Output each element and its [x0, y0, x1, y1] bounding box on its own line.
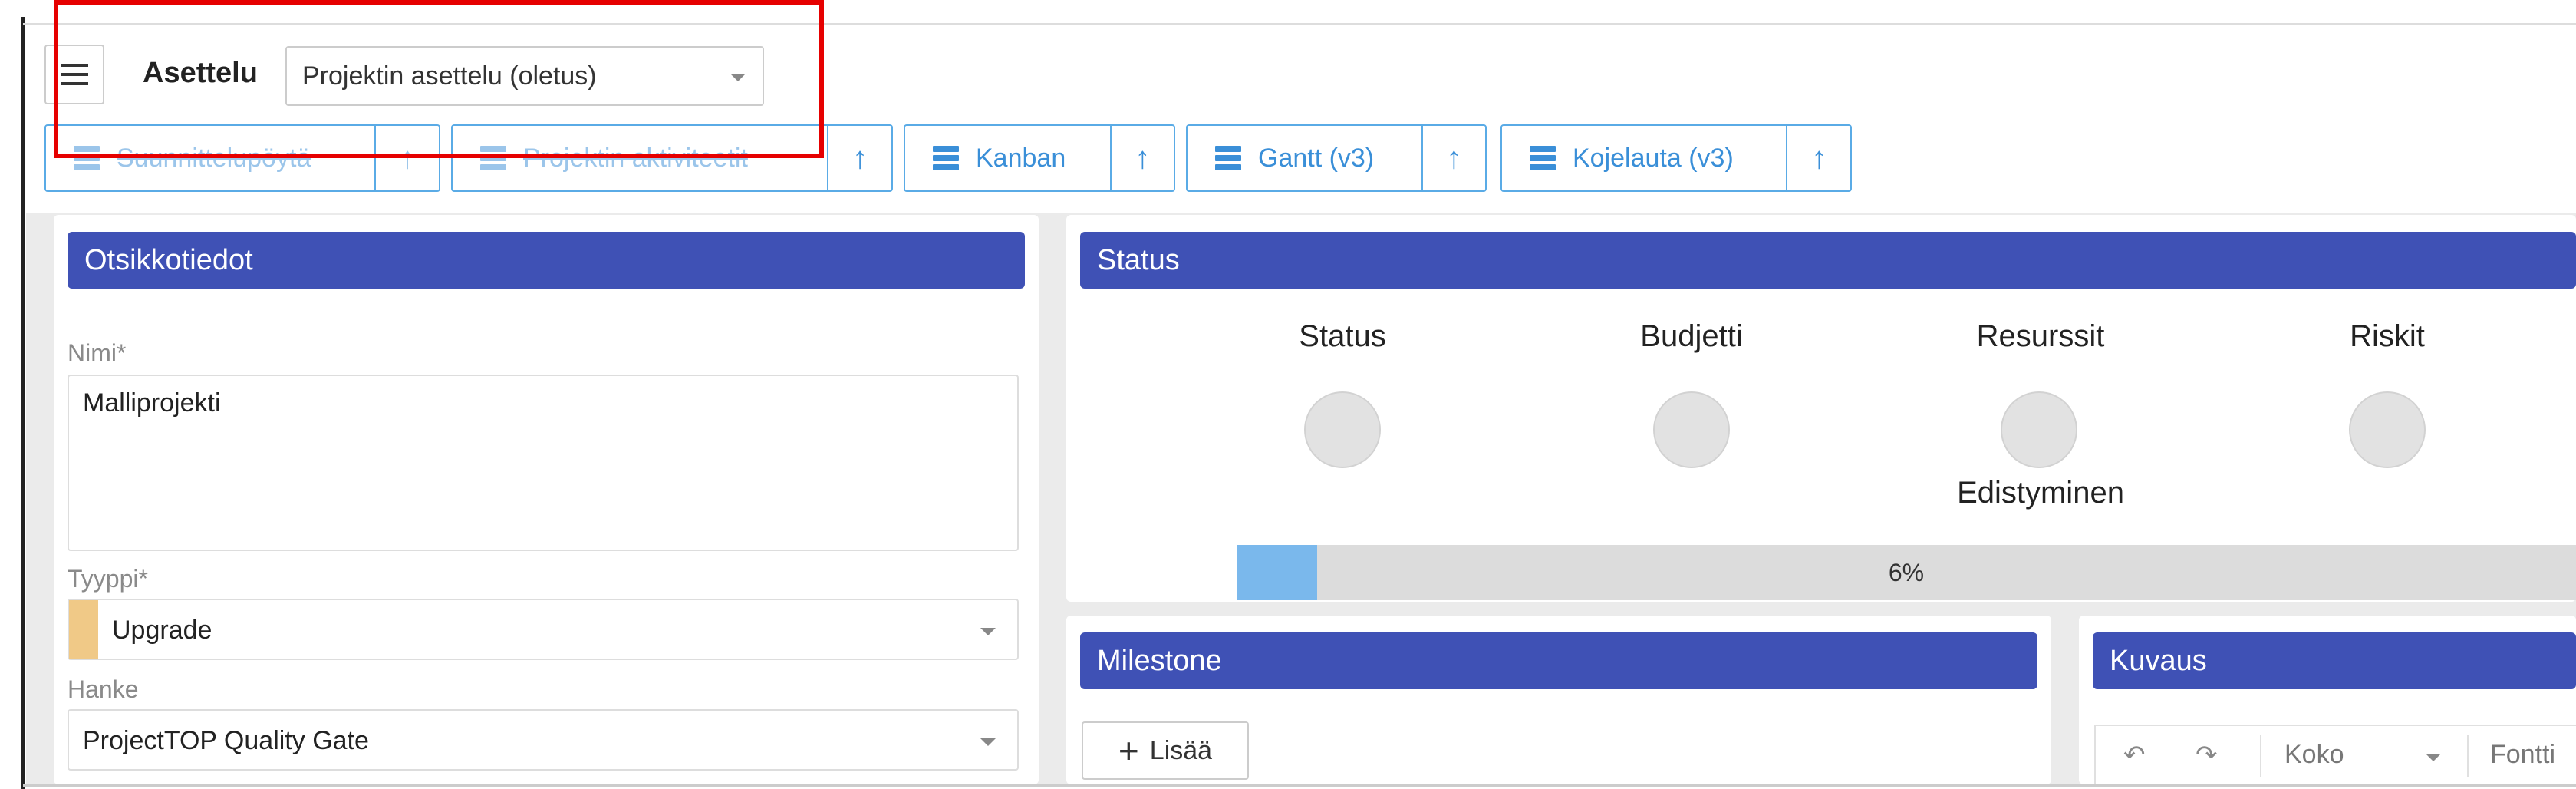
status-card: Status	[1066, 215, 2576, 602]
chevron-down-icon	[980, 628, 996, 635]
name-label: Nimi*	[68, 339, 127, 367]
annotation-highlight-box	[54, 0, 824, 158]
indicator-label-risks: Riskit	[2350, 319, 2425, 353]
card-title: Milestone	[1080, 632, 2037, 689]
tab-kojelauta-v3[interactable]: Kojelauta (v3) ↑	[1500, 124, 1852, 192]
program-label: Hanke	[68, 675, 139, 703]
resources-indicator-circle[interactable]	[2001, 391, 2077, 468]
card-title: Status	[1080, 232, 2576, 289]
list-icon	[933, 146, 959, 170]
chevron-down-icon	[980, 738, 996, 746]
editor-toolbar: ↶ ↷ Koko Fontti	[2094, 725, 2576, 784]
name-value: Malliprojekti	[83, 388, 221, 418]
window-left-border	[21, 17, 25, 789]
list-icon	[1215, 146, 1241, 170]
name-field[interactable]: Malliprojekti	[68, 375, 1019, 551]
list-icon	[1530, 146, 1556, 170]
header-info-card: Otsikkotiedot Nimi* Malliprojekti Tyyppi…	[54, 215, 1039, 784]
indicator-label-status: Status	[1299, 319, 1386, 353]
progress-label: Edistyminen	[1957, 476, 2124, 510]
budget-indicator-circle[interactable]	[1653, 391, 1730, 468]
indicator-label-resources: Resurssit	[1976, 319, 2105, 353]
undo-icon[interactable]: ↶	[2123, 740, 2146, 771]
status-indicator-circle[interactable]	[1304, 391, 1381, 468]
window-bottom-border	[23, 784, 2576, 787]
add-button-label: Lisää	[1149, 735, 1213, 765]
tab-gantt-v3[interactable]: Gantt (v3) ↑	[1186, 124, 1487, 192]
font-family-select[interactable]: Fontti	[2490, 740, 2555, 770]
progress-percent: 6%	[1888, 559, 1925, 586]
tab-label: Gantt (v3)	[1258, 143, 1375, 173]
arrow-up-icon[interactable]: ↑	[1112, 126, 1174, 190]
type-color-swatch	[69, 600, 98, 659]
toolbar-divider	[2467, 735, 2469, 777]
card-title: Otsikkotiedot	[68, 232, 1025, 289]
arrow-up-icon[interactable]: ↑	[1423, 126, 1485, 190]
program-select[interactable]: ProjectTOP Quality Gate	[68, 709, 1019, 771]
plus-icon: +	[1118, 731, 1139, 771]
font-size-select[interactable]: Koko	[2284, 740, 2344, 770]
type-label: Tyyppi*	[68, 565, 148, 593]
tab-label: Kanban	[976, 143, 1066, 173]
arrow-up-icon[interactable]: ↑	[828, 126, 891, 190]
program-value: ProjectTOP Quality Gate	[83, 726, 369, 755]
indicator-label-budget: Budjetti	[1640, 319, 1743, 353]
arrow-up-icon[interactable]: ↑	[1787, 126, 1850, 190]
chevron-down-icon	[2426, 754, 2441, 761]
type-select[interactable]: Upgrade	[68, 599, 1019, 660]
toolbar-divider	[2260, 735, 2261, 777]
redo-icon[interactable]: ↷	[2196, 740, 2218, 771]
risks-indicator-circle[interactable]	[2349, 391, 2426, 468]
add-milestone-button[interactable]: + Lisää	[1082, 721, 1249, 780]
progress-bar: 6%	[1237, 545, 2576, 600]
tab-label: Kojelauta (v3)	[1573, 143, 1734, 173]
tab-kanban[interactable]: Kanban ↑	[904, 124, 1175, 192]
app-window: Asettelu Projektin asettelu (oletus) Suu…	[0, 0, 2576, 789]
type-value: Upgrade	[112, 616, 212, 645]
card-title: Kuvaus	[2093, 632, 2576, 689]
